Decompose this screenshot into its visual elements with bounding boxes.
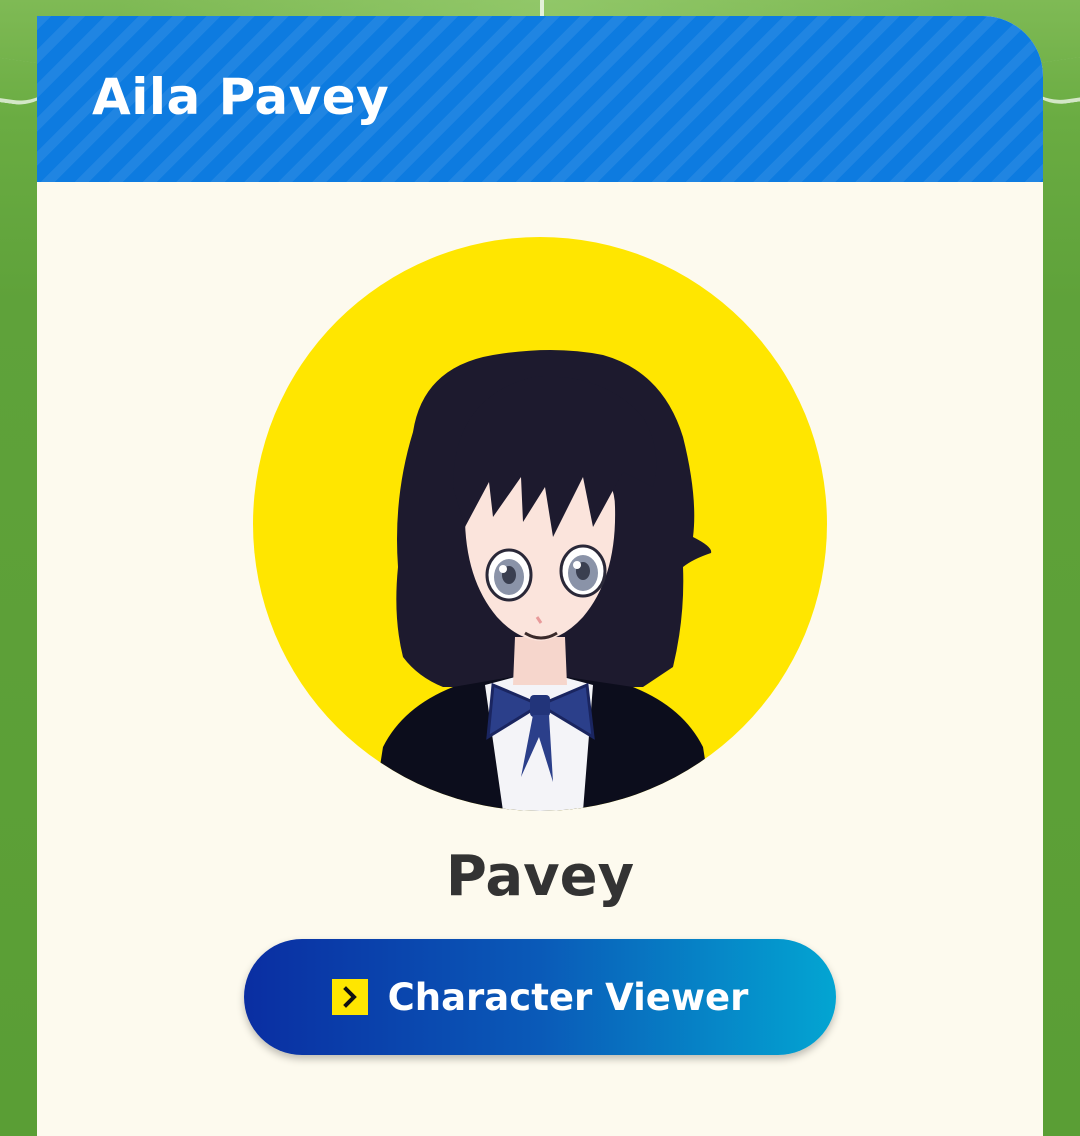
page-title: Aila Pavey [92,68,390,126]
character-illustration [373,350,713,811]
pitch-center-line [540,0,544,16]
character-viewer-button[interactable]: Character Viewer [244,939,836,1055]
chevron-right-icon [331,979,368,1015]
character-viewer-label: Character Viewer [387,975,749,1019]
character-name: Pavey [445,844,635,909]
character-card: Aila Pavey Pavey Character Viewer [37,16,1043,1136]
card-header: Aila Pavey [37,16,1043,182]
character-portrait [253,237,827,811]
